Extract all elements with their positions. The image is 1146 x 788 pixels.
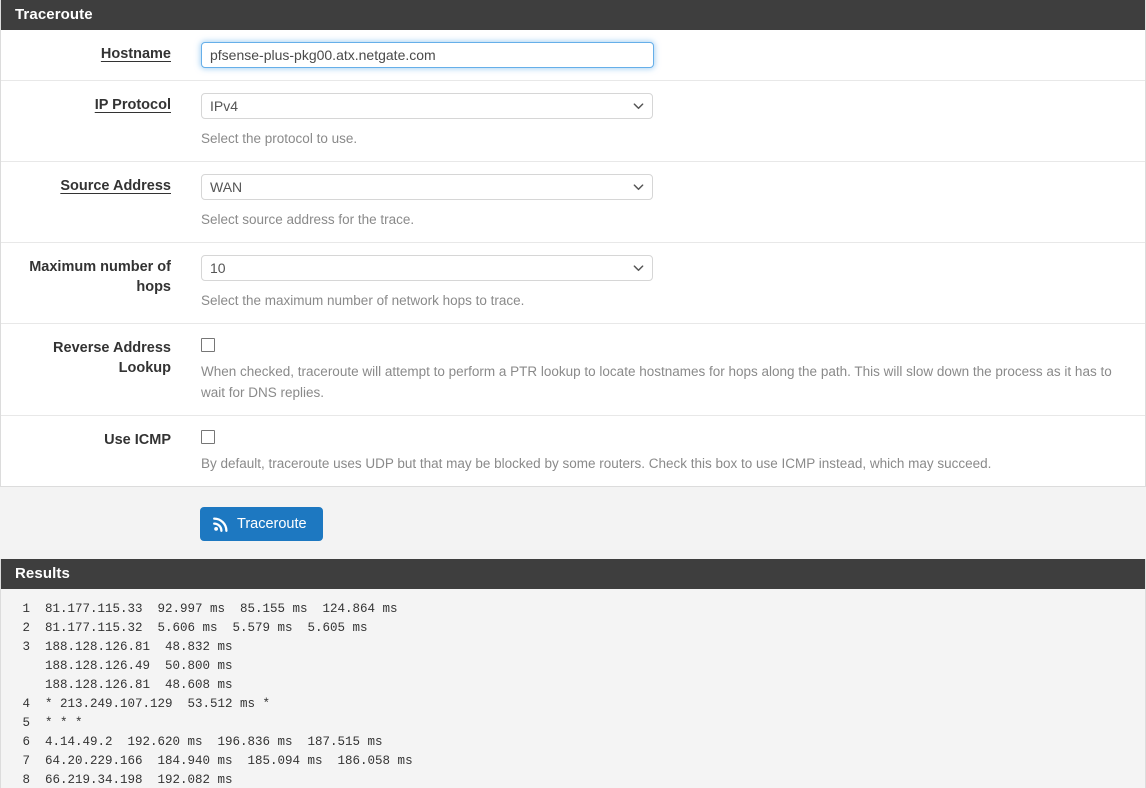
help-source-address: Select source address for the trace. <box>201 212 415 227</box>
field-use-icmp: By default, traceroute uses UDP but that… <box>181 416 1145 486</box>
traceroute-output: 1 81.177.115.33 92.997 ms 85.155 ms 124.… <box>22 602 413 787</box>
rss-signal-icon <box>213 516 229 532</box>
source-address-select-wrap: WAN <box>201 174 653 200</box>
source-address-select[interactable]: WAN <box>201 174 653 200</box>
form-row-ip-protocol: IP Protocol IPv4 Select the protocol to … <box>1 81 1145 162</box>
form-panel-title: Traceroute <box>1 0 1145 30</box>
use-icmp-checkbox[interactable] <box>201 430 215 444</box>
field-ip-protocol: IPv4 Select the protocol to use. <box>181 81 1145 161</box>
help-use-icmp: By default, traceroute uses UDP but that… <box>201 456 992 471</box>
label-source-address: Source Address <box>60 178 171 194</box>
field-max-hops: 10 Select the maximum number of network … <box>181 243 1145 323</box>
traceroute-button[interactable]: Traceroute <box>200 507 323 541</box>
ip-protocol-select-wrap: IPv4 <box>201 93 653 119</box>
form-row-source-address: Source Address WAN Select source address… <box>1 162 1145 243</box>
label-source-address-cell: Source Address <box>1 162 181 210</box>
results-panel-title: Results <box>1 559 1145 589</box>
traceroute-form-panel: Traceroute Hostname IP Protocol <box>0 0 1146 487</box>
label-max-hops-cell: Maximum number of hops <box>1 243 181 311</box>
field-reverse-lookup: When checked, traceroute will attempt to… <box>181 324 1145 415</box>
label-ip-protocol-cell: IP Protocol <box>1 81 181 129</box>
form-row-max-hops: Maximum number of hops 10 Select the max… <box>1 243 1145 324</box>
label-reverse-lookup: Reverse Address Lookup <box>53 340 171 376</box>
label-max-hops: Maximum number of hops <box>29 259 171 295</box>
traceroute-button-label: Traceroute <box>237 516 307 532</box>
form-row-hostname: Hostname <box>1 30 1145 81</box>
form-row-use-icmp: Use ICMP By default, traceroute uses UDP… <box>1 416 1145 486</box>
form-actions-band: Traceroute <box>0 487 1146 559</box>
form-row-reverse-lookup: Reverse Address Lookup When checked, tra… <box>1 324 1145 416</box>
label-ip-protocol: IP Protocol <box>94 97 171 113</box>
hostname-input[interactable] <box>201 42 654 68</box>
reverse-lookup-checkbox[interactable] <box>201 338 215 352</box>
max-hops-select-wrap: 10 <box>201 255 653 281</box>
results-panel: Results 1 81.177.115.33 92.997 ms 85.155… <box>0 559 1146 788</box>
form-panel-body: Hostname IP Protocol IPv4 <box>1 30 1145 486</box>
help-ip-protocol: Select the protocol to use. <box>201 131 358 146</box>
ip-protocol-select[interactable]: IPv4 <box>201 93 653 119</box>
traceroute-page: Traceroute Hostname IP Protocol <box>0 0 1146 788</box>
label-use-icmp: Use ICMP <box>104 432 171 448</box>
field-source-address: WAN Select source address for the trace. <box>181 162 1145 242</box>
label-hostname-cell: Hostname <box>1 30 181 78</box>
label-use-icmp-cell: Use ICMP <box>1 416 181 464</box>
field-hostname <box>181 30 1145 80</box>
help-max-hops: Select the maximum number of network hop… <box>201 293 525 308</box>
results-panel-body: 1 81.177.115.33 92.997 ms 85.155 ms 124.… <box>1 589 1145 788</box>
max-hops-select[interactable]: 10 <box>201 255 653 281</box>
label-reverse-lookup-cell: Reverse Address Lookup <box>1 324 181 392</box>
label-hostname: Hostname <box>100 46 171 62</box>
help-reverse-lookup: When checked, traceroute will attempt to… <box>201 364 1112 400</box>
